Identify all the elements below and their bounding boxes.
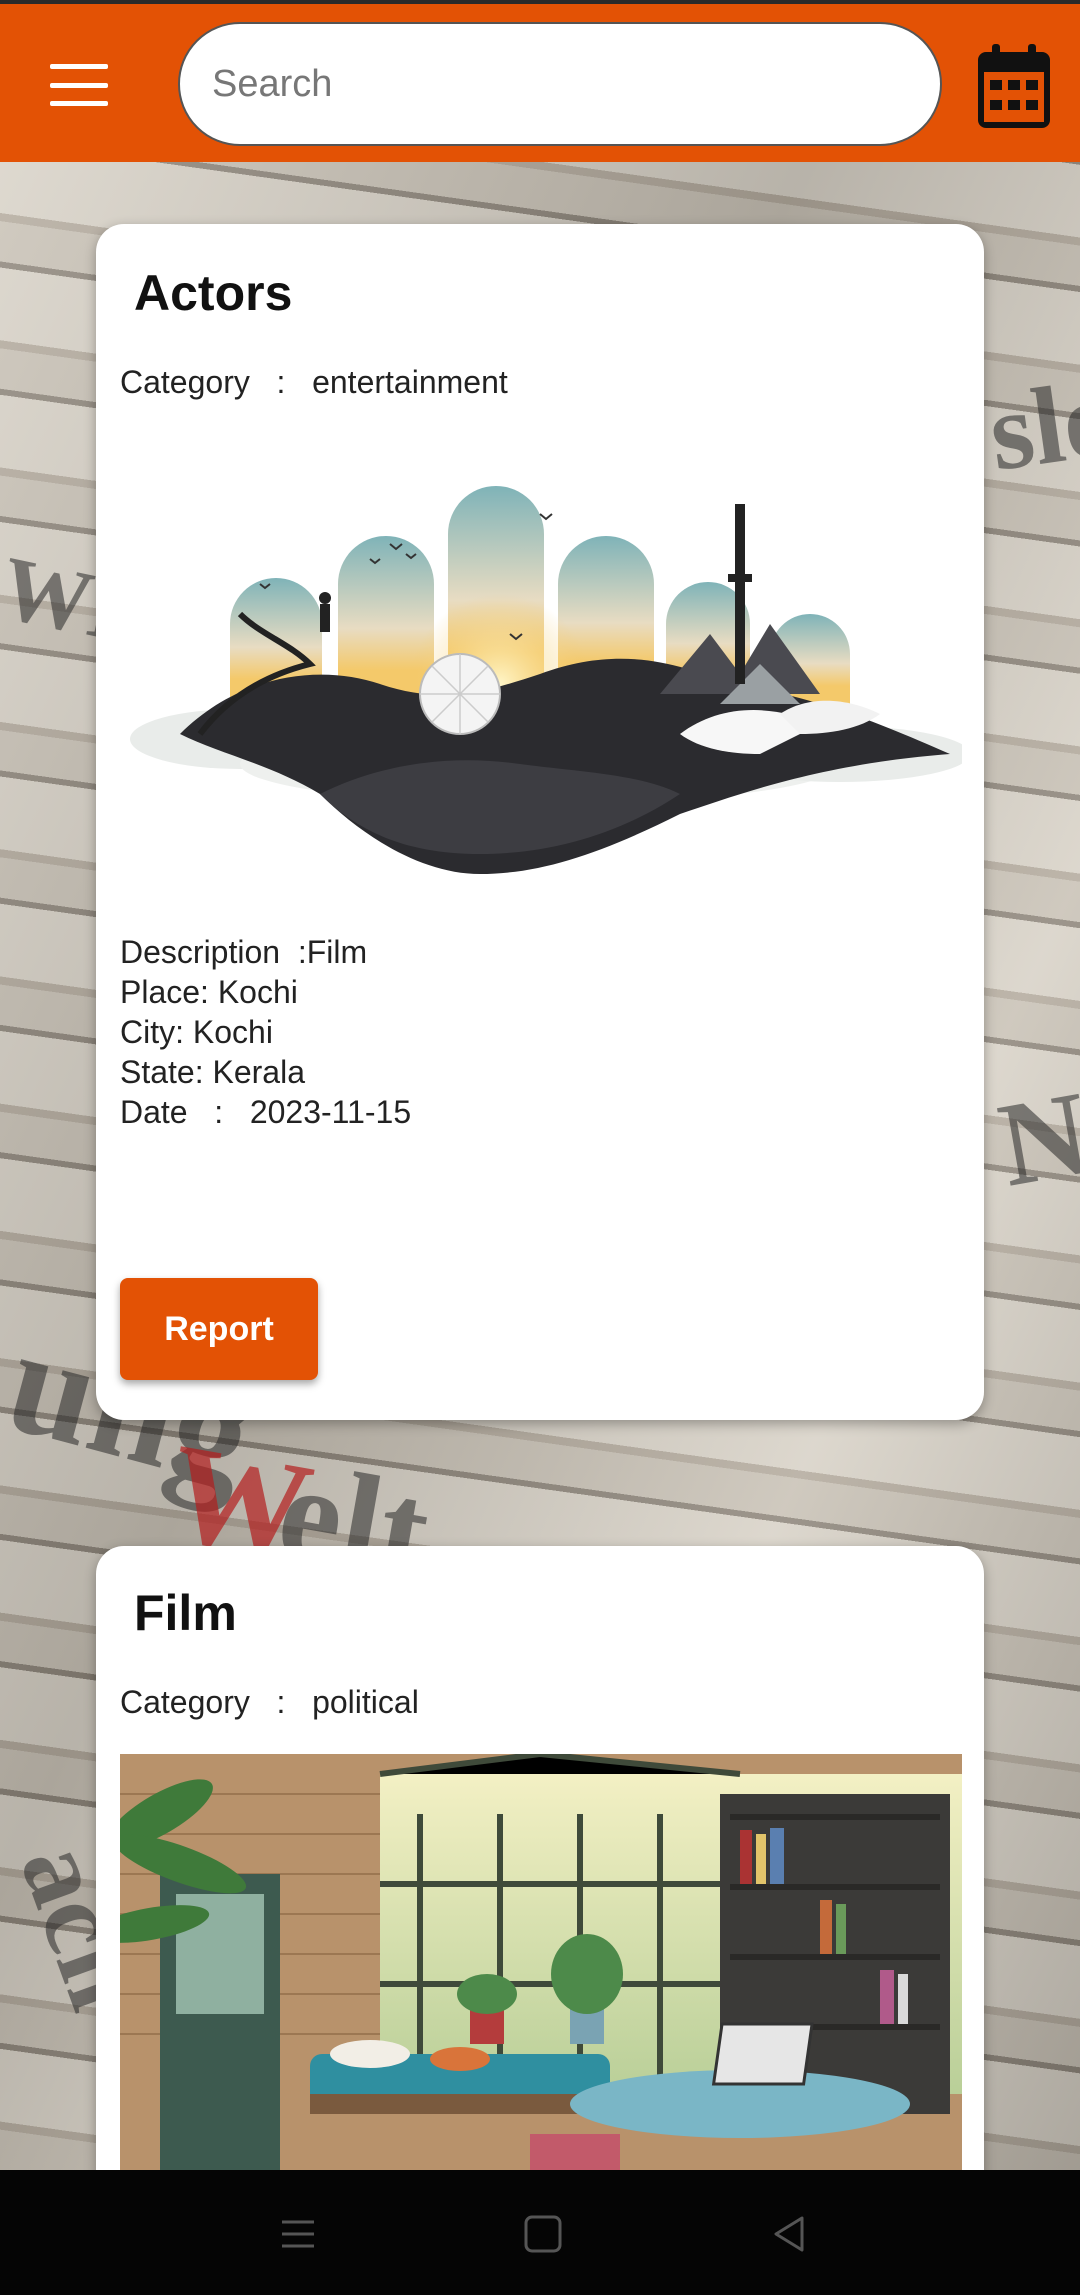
category-label: Category [120, 1684, 250, 1720]
city-text: City: Kochi [120, 1014, 273, 1050]
card-image [120, 434, 970, 914]
back-icon[interactable] [762, 2206, 818, 2262]
hamburger-menu-icon[interactable] [50, 64, 108, 106]
card-image [96, 1750, 962, 2176]
system-nav-bar [0, 2170, 1080, 2295]
news-card[interactable]: Film Category : political [96, 1546, 984, 2176]
category-value: political [312, 1684, 419, 1720]
recents-icon[interactable] [270, 2206, 326, 2262]
home-icon[interactable] [515, 2206, 571, 2262]
category-separator: : [276, 1684, 286, 1720]
app-bar [0, 0, 1080, 162]
date-text: Date : 2023-11-15 [120, 1094, 412, 1130]
category-row: Category : entertainment [120, 364, 508, 401]
category-separator: : [276, 364, 286, 400]
card-title: Actors [134, 265, 293, 321]
description-text: Description :Film [120, 934, 368, 970]
news-card[interactable]: Actors Category : entertainment Descript… [96, 224, 984, 1420]
category-label: Category [120, 364, 250, 400]
card-details: Description :Film Place: Kochi City: Koc… [120, 932, 411, 1132]
category-value: entertainment [312, 364, 508, 400]
calendar-icon[interactable] [976, 42, 1052, 130]
card-title: Film [134, 1585, 237, 1641]
category-row: Category : political [120, 1684, 419, 1721]
state-text: State: Kerala [120, 1054, 305, 1090]
search-input[interactable] [178, 22, 942, 146]
place-text: Place: Kochi [120, 974, 298, 1010]
report-button[interactable]: Report [120, 1278, 318, 1380]
